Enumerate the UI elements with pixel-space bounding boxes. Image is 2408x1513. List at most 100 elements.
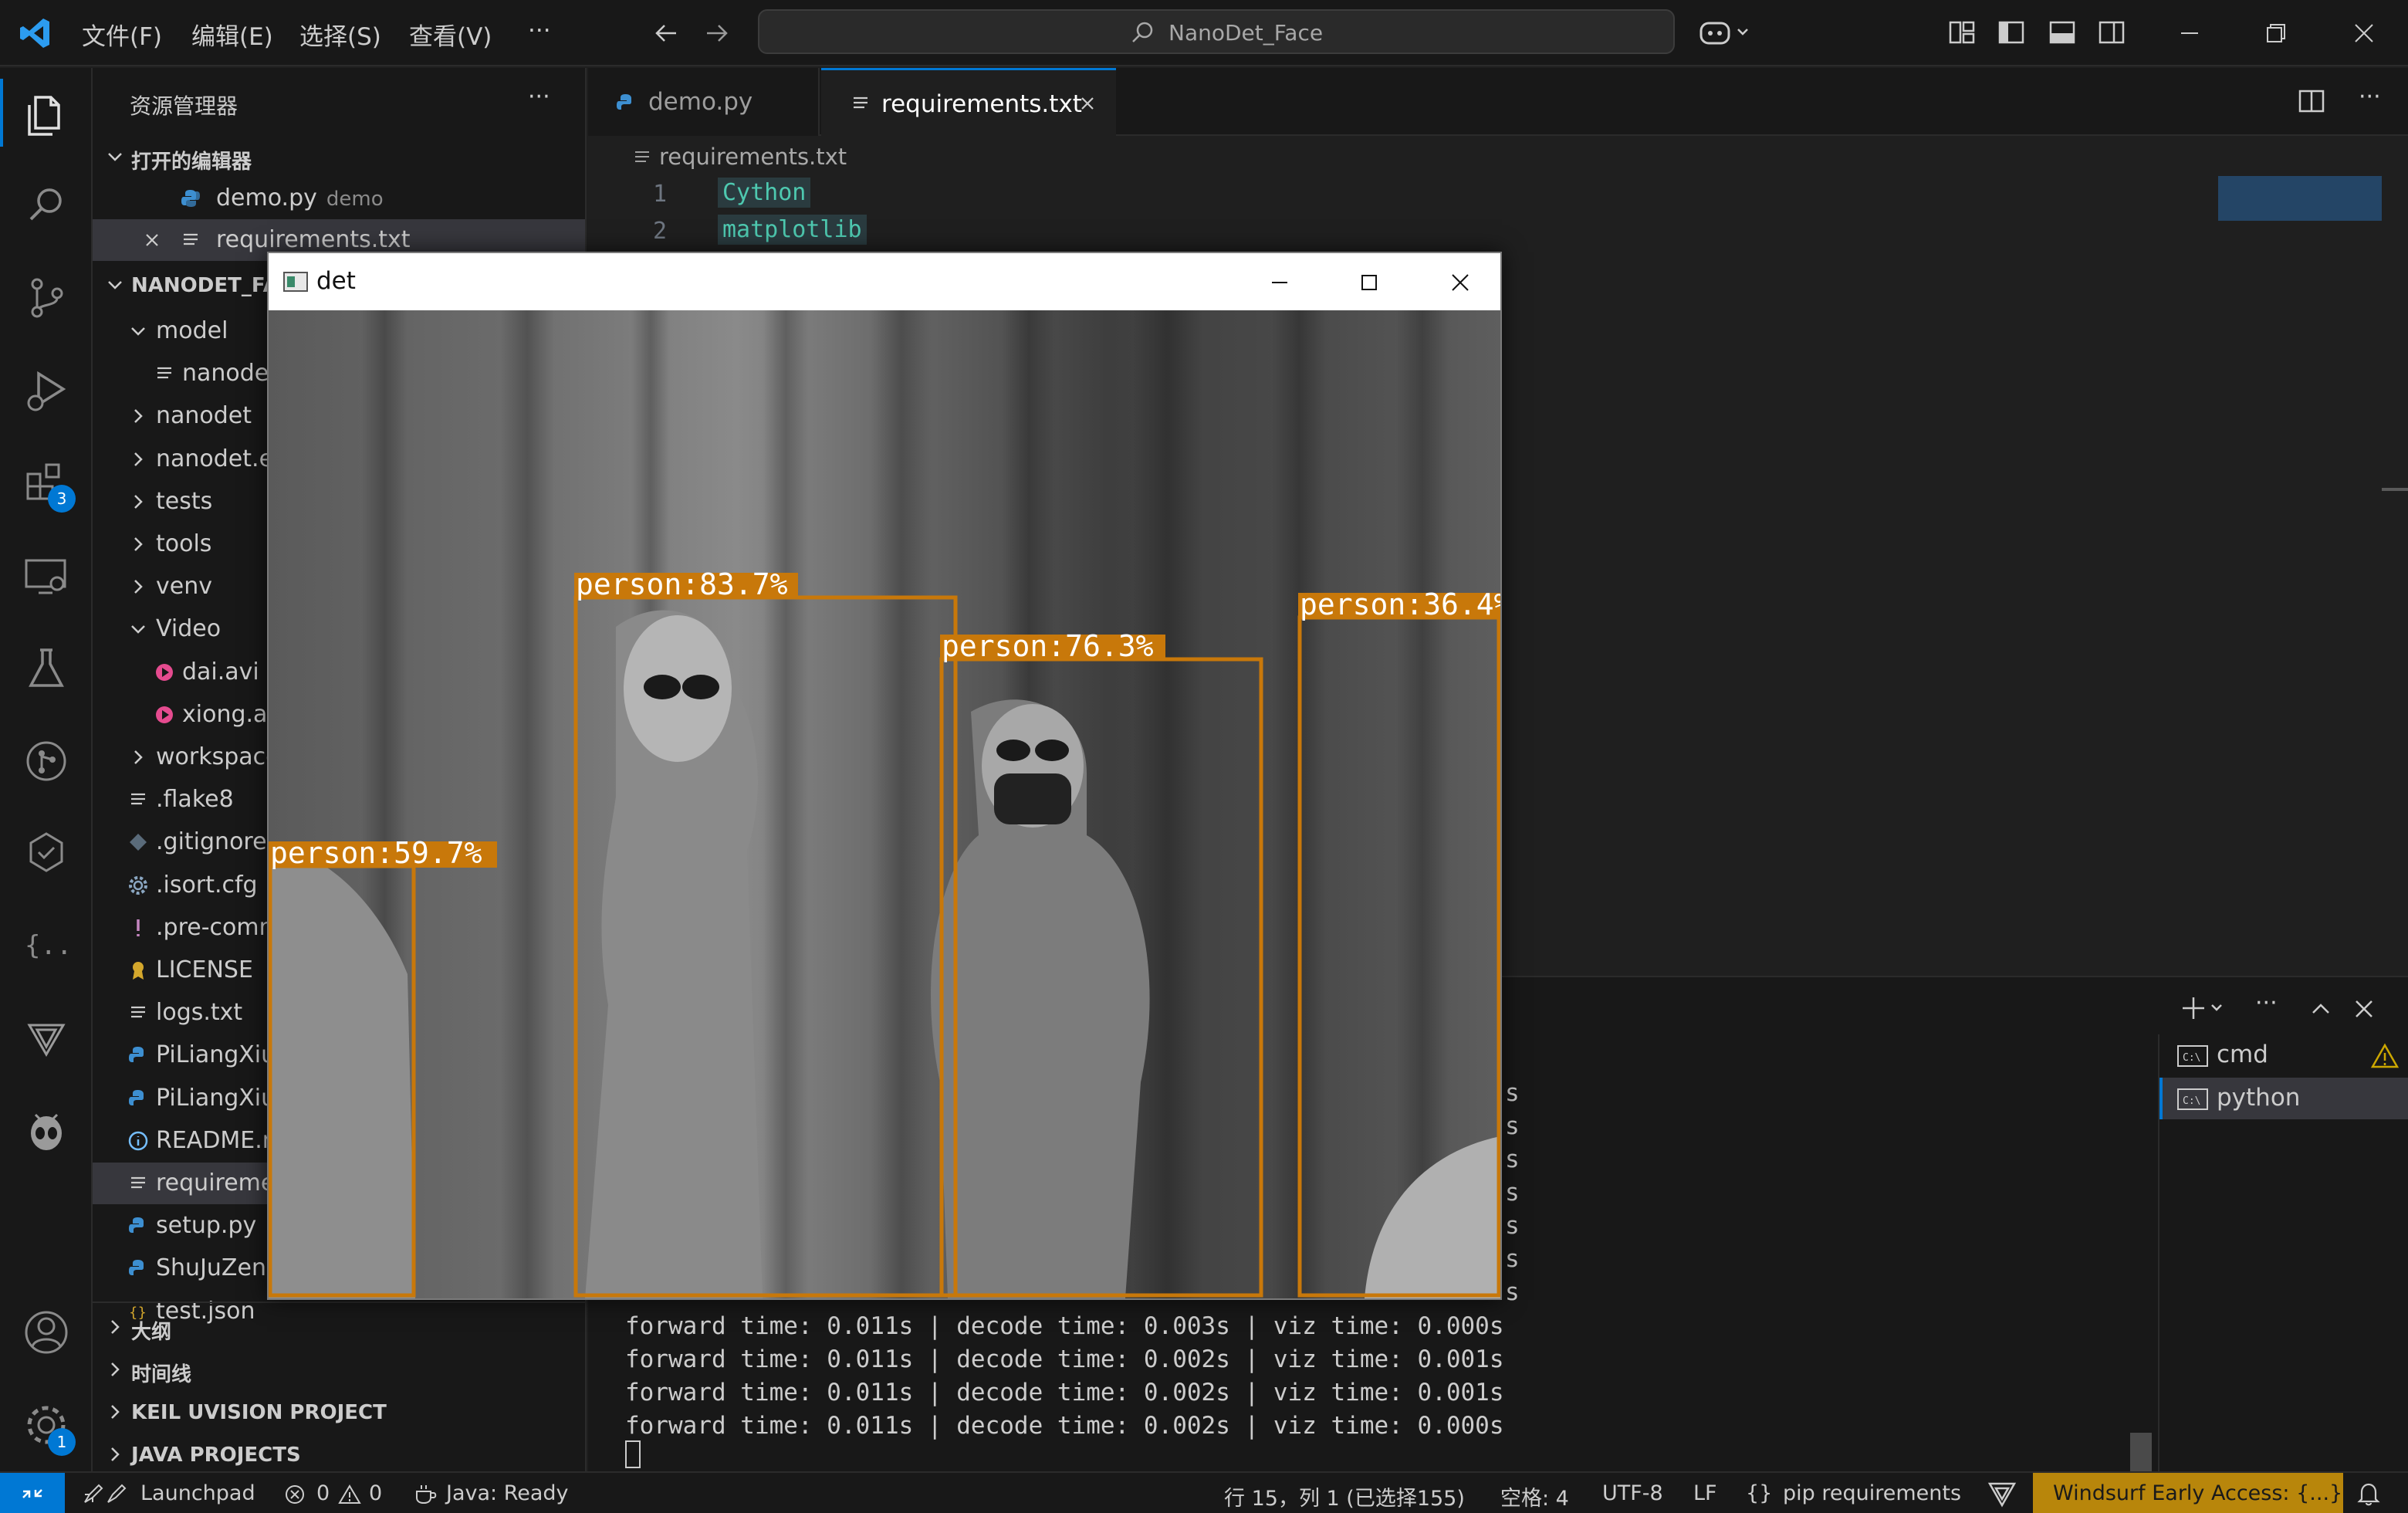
- terminal-cursor: [625, 1440, 641, 1468]
- det-window[interactable]: det person:83.7% person:76.3% person:36.…: [267, 252, 1502, 1300]
- terminal-icon: C:\: [2177, 1088, 2208, 1110]
- run-debug-icon[interactable]: [19, 363, 74, 418]
- alien-extension-icon[interactable]: [19, 1104, 74, 1159]
- title-bar: 文件(F) 编辑(E) 选择(S) 查看(V) ··· NanoDet_Face: [0, 0, 2408, 66]
- exclamation-icon: [137, 919, 140, 936]
- menu-view[interactable]: 查看(V): [409, 17, 492, 52]
- detection-label: person:36.4%: [1300, 587, 1500, 621]
- explorer-icon[interactable]: [19, 85, 74, 140]
- tab-requirements-txt[interactable]: requirements.txt: [821, 68, 1116, 136]
- customize-layout-icon[interactable]: [1948, 19, 1976, 46]
- chevron-down-icon: [131, 625, 145, 635]
- chevron-down-icon: [108, 153, 122, 161]
- timeline-header[interactable]: 时间线: [93, 1349, 585, 1390]
- lines-icon: [184, 233, 198, 245]
- open-editor-item[interactable]: demo.py demo: [93, 178, 585, 219]
- chevron-right-icon: [111, 1447, 120, 1461]
- det-minimize-icon[interactable]: [1266, 269, 1294, 296]
- tab-demo-py[interactable]: demo.py: [588, 68, 820, 136]
- detection-label: person:76.3%: [942, 629, 1154, 663]
- keil-project-header[interactable]: KEIL UVISION PROJECT: [93, 1391, 585, 1433]
- java-projects-header[interactable]: JAVA PROJECTS: [93, 1433, 585, 1471]
- python-icon: [129, 1047, 144, 1063]
- terminal-partial-line: s: [1505, 1112, 1520, 1140]
- encoding[interactable]: UTF-8: [1602, 1481, 1663, 1505]
- minimap-viewport[interactable]: [2218, 176, 2382, 221]
- new-terminal-icon[interactable]: [2178, 993, 2227, 1024]
- account-icon[interactable]: [19, 1305, 74, 1360]
- line-number: 1: [653, 181, 668, 208]
- restore-window-icon[interactable]: [2263, 20, 2289, 46]
- close-panel-icon[interactable]: [2351, 996, 2377, 1022]
- close-window-icon[interactable]: [2351, 20, 2377, 46]
- open-editors-label: 打开的编辑器: [131, 151, 252, 174]
- menu-selection[interactable]: 选择(S): [299, 17, 381, 52]
- java-status[interactable]: Java: Ready: [446, 1481, 569, 1505]
- command-center-search[interactable]: NanoDet_Face: [758, 9, 1675, 54]
- terminal-partial-line: s: [1505, 1278, 1520, 1306]
- code-line[interactable]: matplotlib: [718, 215, 867, 245]
- command-center-text: NanoDet_Face: [1168, 20, 1324, 46]
- code-line[interactable]: Cython: [718, 178, 811, 208]
- test-check-icon[interactable]: [19, 826, 74, 882]
- open-editor-name: requirements.txt: [216, 226, 411, 253]
- tree-item-label: .flake8: [156, 786, 234, 814]
- source-control-icon[interactable]: [19, 270, 74, 326]
- extensions-icon[interactable]: 3: [19, 455, 76, 513]
- tab-label: demo.py: [648, 88, 753, 116]
- json-braces-icon[interactable]: {...}: [19, 919, 74, 974]
- launchpad-status[interactable]: Launchpad: [140, 1481, 255, 1505]
- curtain-folds: [361, 310, 1449, 1298]
- forward-arrow-icon[interactable]: [704, 20, 730, 46]
- copilot-icon[interactable]: [1698, 17, 1757, 48]
- line-number: 2: [653, 218, 668, 245]
- remote-explorer-icon[interactable]: [19, 548, 74, 604]
- remote-indicator[interactable]: [0, 1473, 65, 1513]
- menu-edit[interactable]: 编辑(E): [191, 17, 273, 52]
- toggle-secondary-sidebar-icon[interactable]: [2098, 19, 2126, 46]
- language-mode[interactable]: pip requirements: [1783, 1481, 1961, 1505]
- minimize-window-icon[interactable]: [2176, 20, 2203, 46]
- end-of-line[interactable]: LF: [1693, 1481, 1717, 1505]
- python-icon: [129, 1260, 144, 1276]
- toggle-primary-sidebar-icon[interactable]: [1997, 19, 2025, 46]
- det-close-icon[interactable]: [1446, 269, 1474, 296]
- outline-header[interactable]: 大纲: [93, 1306, 585, 1348]
- terminal-partial-line: s: [1505, 1245, 1520, 1273]
- back-arrow-icon[interactable]: [653, 20, 679, 46]
- terminal-scrollbar[interactable]: [2130, 1433, 2152, 1471]
- active-indicator: [0, 79, 3, 147]
- warning-count[interactable]: 0: [369, 1481, 382, 1505]
- error-count[interactable]: 0: [316, 1481, 330, 1505]
- tree-item-label: dai.avi: [182, 658, 259, 685]
- windsurf-early-access[interactable]: Windsurf Early Access: {...}: [2033, 1473, 2343, 1513]
- close-tab-icon[interactable]: [1076, 92, 1099, 115]
- terminal-session-python[interactable]: C:\ python: [2159, 1078, 2408, 1119]
- windsurf-icon[interactable]: [19, 1011, 74, 1067]
- editor-more-button[interactable]: ···: [2359, 83, 2381, 110]
- menu-file[interactable]: 文件(F): [82, 17, 162, 52]
- terminal-session-label: cmd: [2217, 1041, 2268, 1068]
- tab-label: requirements.txt: [881, 90, 1082, 118]
- search-icon[interactable]: [19, 178, 74, 233]
- panel-more-button[interactable]: ···: [2255, 990, 2278, 1017]
- open-editors-header[interactable]: 打开的编辑器: [93, 136, 585, 178]
- git-graph-icon[interactable]: [19, 733, 74, 789]
- windsurf-status-icon[interactable]: [1987, 1479, 2017, 1508]
- menu-more[interactable]: ···: [528, 17, 551, 45]
- breadcrumb[interactable]: requirements.txt: [659, 144, 847, 170]
- close-icon[interactable]: [140, 228, 164, 252]
- cursor-position[interactable]: 行 15，列 1 (已选择155): [1224, 1481, 1465, 1511]
- toggle-panel-icon[interactable]: [2048, 19, 2076, 46]
- sidebar-more-button[interactable]: ···: [528, 83, 550, 110]
- det-maximize-icon[interactable]: [1355, 269, 1383, 296]
- maximize-panel-icon[interactable]: [2308, 996, 2334, 1022]
- python-icon: [181, 190, 200, 207]
- det-title-bar[interactable]: det: [269, 253, 1500, 310]
- terminal-session-cmd[interactable]: C:\ cmd: [2159, 1034, 2408, 1076]
- testing-flask-icon[interactable]: [19, 641, 74, 696]
- settings-gear-icon[interactable]: 1: [19, 1397, 76, 1456]
- split-editor-icon[interactable]: [2297, 86, 2326, 116]
- indentation[interactable]: 空格: 4: [1500, 1481, 1569, 1511]
- notifications-bell-icon[interactable]: [2356, 1481, 2382, 1507]
